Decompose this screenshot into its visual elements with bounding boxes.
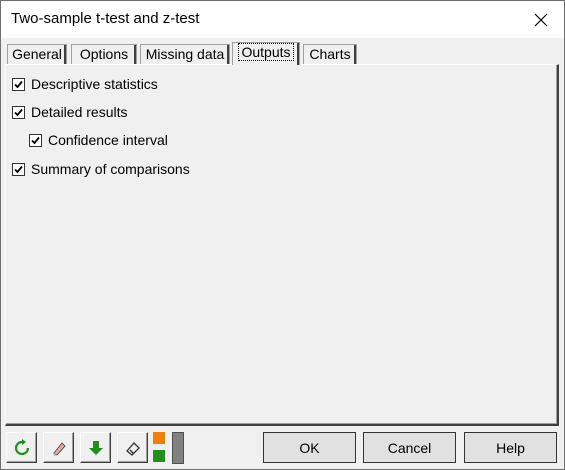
- cancel-button[interactable]: Cancel: [363, 432, 456, 463]
- descriptive-statistics-label: Descriptive statistics: [31, 76, 158, 92]
- checkmark-icon: [14, 108, 23, 116]
- bottom-toolbar: OK Cancel Help: [1, 426, 564, 469]
- close-icon: [534, 13, 548, 26]
- tab-general[interactable]: General: [7, 44, 67, 64]
- collapse-bar[interactable]: [172, 432, 184, 464]
- clear-selection-icon: [125, 441, 140, 456]
- confidence-interval-label: Confidence interval: [48, 132, 168, 148]
- detailed-results-checkbox[interactable]: Detailed results: [12, 104, 128, 120]
- color-toggle[interactable]: [153, 432, 165, 462]
- download-button[interactable]: [80, 432, 111, 463]
- down-arrow-icon: [88, 440, 103, 455]
- color-toggle-icon: [153, 450, 165, 462]
- descriptive-statistics-checkbox[interactable]: Descriptive statistics: [12, 76, 158, 92]
- summary-of-comparisons-checkbox[interactable]: Summary of comparisons: [12, 161, 190, 177]
- help-button[interactable]: Help: [464, 432, 557, 463]
- checkbox-box: [12, 77, 25, 91]
- clear-selection-button[interactable]: [117, 432, 148, 463]
- tab-charts[interactable]: Charts: [303, 44, 357, 64]
- eraser-icon: [52, 441, 66, 456]
- checkbox-box: [29, 133, 42, 147]
- summary-of-comparisons-label: Summary of comparisons: [31, 161, 190, 177]
- dialog-window: Two-sample t-test and z-test General Opt…: [0, 0, 565, 470]
- tab-options[interactable]: Options: [71, 44, 137, 64]
- color-toggle-icon: [153, 432, 165, 444]
- tab-missing-data[interactable]: Missing data: [140, 44, 230, 64]
- reset-button[interactable]: [6, 432, 37, 463]
- close-button[interactable]: [518, 1, 564, 38]
- eraser-button[interactable]: [43, 432, 74, 463]
- checkbox-box: [12, 105, 25, 119]
- detailed-results-label: Detailed results: [31, 104, 128, 120]
- tab-outputs[interactable]: Outputs: [232, 42, 300, 65]
- confidence-interval-checkbox[interactable]: Confidence interval: [29, 132, 168, 148]
- checkmark-icon: [14, 165, 23, 173]
- window-title: Two-sample t-test and z-test: [11, 10, 200, 27]
- outputs-panel: Descriptive statistics Detailed results …: [5, 64, 559, 426]
- checkmark-icon: [31, 136, 40, 144]
- checkmark-icon: [14, 80, 23, 88]
- reset-icon: [14, 438, 29, 455]
- checkbox-box: [12, 162, 25, 176]
- title-bar: Two-sample t-test and z-test: [1, 1, 564, 38]
- ok-button[interactable]: OK: [263, 432, 356, 463]
